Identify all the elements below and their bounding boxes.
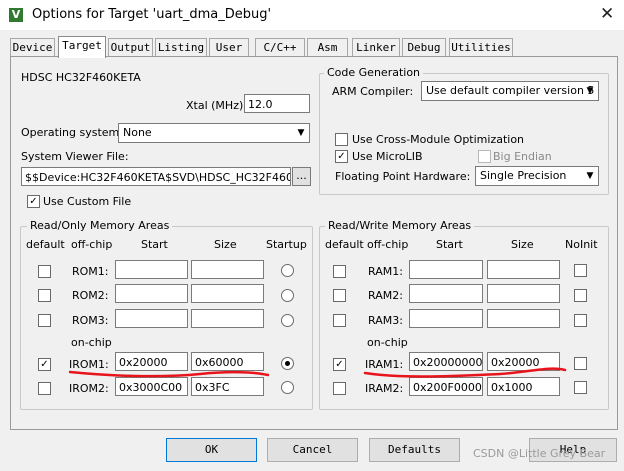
irom-underline-stroke (68, 370, 270, 378)
defaults-button[interactable]: Defaults (369, 438, 460, 462)
tab-target[interactable]: Target (58, 36, 106, 58)
ok-button[interactable]: OK (166, 438, 257, 462)
watermark: CSDN @Little Grey Bear (473, 447, 606, 460)
iram-underline-stroke (363, 367, 567, 378)
red-underline-annotations (68, 367, 567, 378)
cancel-button[interactable]: Cancel (267, 438, 358, 462)
